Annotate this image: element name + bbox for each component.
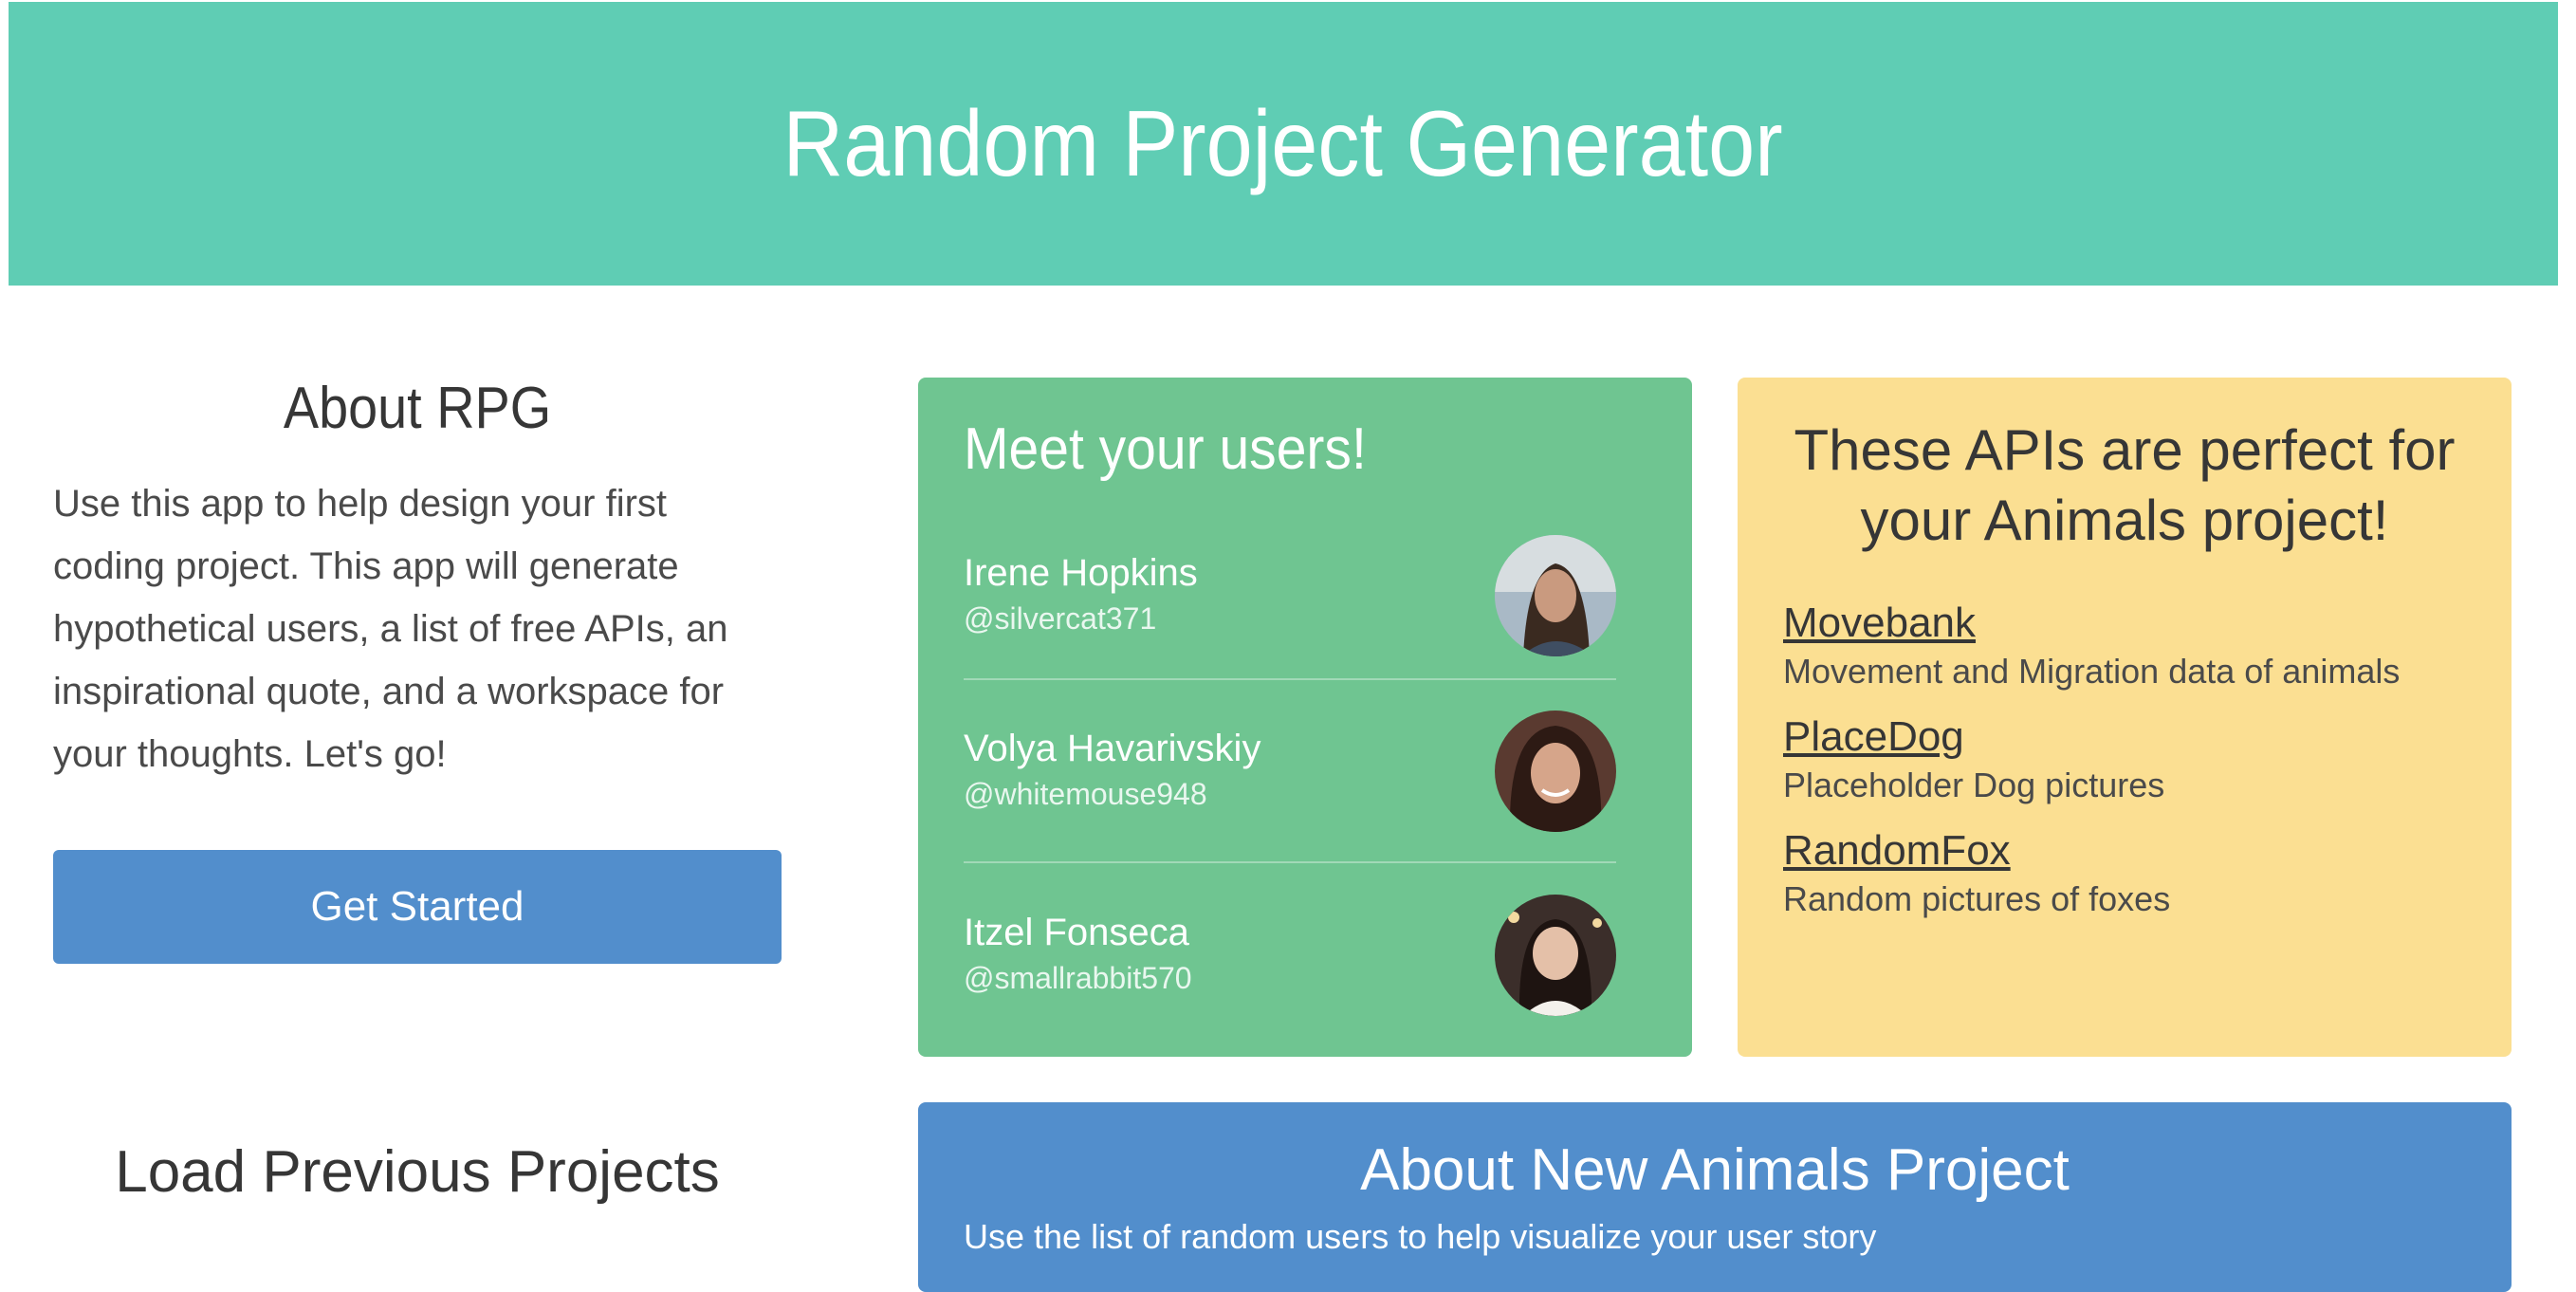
api-description: Random pictures of foxes [1783, 879, 2171, 918]
api-description: Placeholder Dog pictures [1783, 766, 2165, 804]
avatar [1495, 535, 1616, 656]
project-title: About New Animals Project [1360, 1137, 2070, 1203]
user-handle: @smallrabbit570 [964, 960, 1192, 995]
user-name: Irene Hopkins [964, 552, 1198, 594]
api-link-randomfox[interactable]: RandomFox [1783, 825, 2466, 877]
project-card: About New Animals Project Use the list o… [918, 1102, 2512, 1292]
user-item: Irene Hopkins @silvercat371 [964, 513, 1616, 680]
api-item: PlaceDog Placeholder Dog pictures [1783, 711, 2466, 808]
apis-title: These APIs are perfect for your Animals … [1794, 418, 2456, 552]
user-handle: @silvercat371 [964, 601, 1157, 636]
api-item: RandomFox Random pictures of foxes [1783, 825, 2466, 922]
users-card: Meet your users! Irene Hopkins @silverca… [918, 378, 1692, 1057]
api-list: Movebank Movement and Migration data of … [1783, 598, 2466, 922]
api-link-placedog[interactable]: PlaceDog [1783, 711, 2466, 763]
api-link-movebank[interactable]: Movebank [1783, 598, 2466, 649]
api-description: Movement and Migration data of animals [1783, 652, 2401, 691]
user-handle: @whitemouse948 [964, 776, 1207, 811]
hero-banner: Random Project Generator [9, 2, 2558, 286]
page-title: Random Project Generator [782, 91, 1784, 195]
user-item: Volya Havarivskiy @whitemouse948 [964, 680, 1616, 863]
about-section: About RPG Use this app to help design yo… [53, 375, 782, 785]
about-title: About RPG [283, 376, 552, 441]
about-description: Use this app to help design your first c… [53, 483, 728, 775]
user-item: Itzel Fonseca @smallrabbit570 [964, 863, 1616, 1046]
user-name: Itzel Fonseca [964, 911, 1189, 953]
avatar [1495, 894, 1616, 1016]
apis-card: These APIs are perfect for your Animals … [1738, 378, 2512, 1057]
project-description: Use the list of random users to help vis… [964, 1217, 1877, 1256]
get-started-button[interactable]: Get Started [53, 850, 782, 964]
users-title: Meet your users! [964, 416, 1367, 482]
user-list: Irene Hopkins @silvercat371 Volya Havari… [964, 513, 1616, 1046]
avatar [1495, 710, 1616, 832]
api-item: Movebank Movement and Migration data of … [1783, 598, 2466, 694]
user-name: Volya Havarivskiy [964, 727, 1261, 769]
load-previous-title: Load Previous Projects [115, 1139, 720, 1205]
